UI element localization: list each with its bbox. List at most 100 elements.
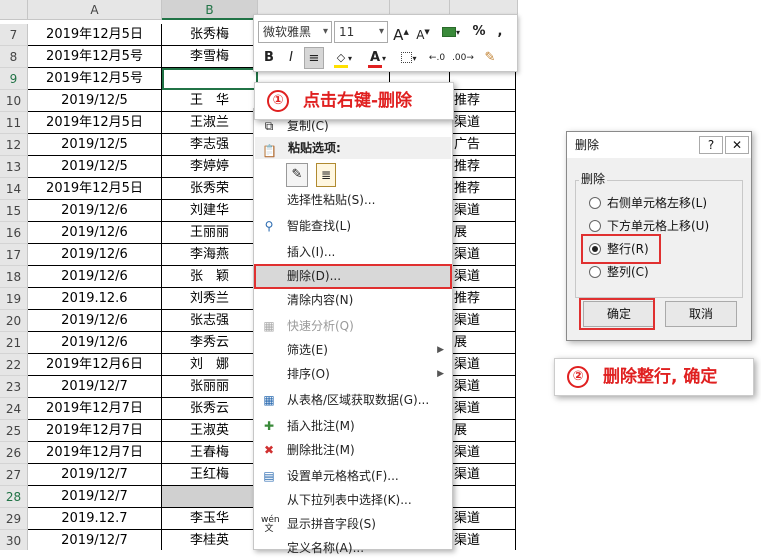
cell-date[interactable]: 2019年12月7日 [28,420,162,442]
cell-channel[interactable]: 渠道 [450,398,516,420]
cell-date[interactable]: 2019/12/5 [28,134,162,156]
cell-channel[interactable]: 展 [450,420,516,442]
cell-channel[interactable]: 渠道 [450,464,516,486]
cell-channel[interactable]: 推荐 [450,178,516,200]
row-number[interactable]: 29 [0,508,28,530]
cell-date[interactable]: 2019/12/5 [28,156,162,178]
row-number[interactable]: 23 [0,376,28,398]
cell-date[interactable]: 2019年12月7日 [28,442,162,464]
fill-color-button[interactable]: ◇ ▾ [328,47,358,69]
row-number[interactable]: 15 [0,200,28,222]
cell-name[interactable]: 张秀梅 [162,24,258,46]
bold-button[interactable]: B [260,47,278,69]
cell-date[interactable]: 2019/12/6 [28,332,162,354]
cell-name[interactable]: 张志强 [162,310,258,332]
row-number[interactable]: 8 [0,46,28,68]
cell-date[interactable]: 2019年12月5日 [28,24,162,46]
decrease-decimal-button[interactable]: .00→ [452,47,474,69]
row-number[interactable]: 10 [0,90,28,112]
menu-item-insert-comment[interactable]: ✚ 插入批注(M) [254,415,452,437]
option-entire-column[interactable]: 整列(C) [589,262,649,282]
cell-channel[interactable]: 渠道 [450,310,516,332]
row-number[interactable]: 12 [0,134,28,156]
help-button[interactable]: ? [699,136,723,154]
cell-channel[interactable]: 渠道 [450,354,516,376]
cell-channel[interactable]: 渠道 [450,508,516,530]
cell-date[interactable]: 2019/12/6 [28,310,162,332]
shrink-font-button[interactable]: A▼ [414,21,432,43]
cell-name[interactable]: 刘 娜 [162,354,258,376]
borders-button[interactable]: ▾ [396,47,422,69]
cell-date[interactable]: 2019/12/6 [28,222,162,244]
cell-name[interactable]: 张丽丽 [162,376,258,398]
row-number[interactable]: 13 [0,156,28,178]
cell-date[interactable]: 2019年12月7日 [28,398,162,420]
cell-date[interactable]: 2019/12/5 [28,90,162,112]
cell-name[interactable]: 王淑兰 [162,112,258,134]
cell-name[interactable]: 王淑英 [162,420,258,442]
cell-channel[interactable]: 渠道 [450,530,516,550]
menu-item-insert[interactable]: 插入(I)... [254,241,452,263]
cell-name[interactable]: 李秀云 [162,332,258,354]
column-header-b[interactable]: B [162,0,258,20]
row-number[interactable]: 26 [0,442,28,464]
corner-header[interactable] [0,0,28,20]
cell-channel[interactable]: 展 [450,222,516,244]
cell-name[interactable]: 王 华 [162,90,258,112]
cell-name[interactable]: 李志强 [162,134,258,156]
accounting-format-button[interactable]: ▾ [436,21,466,43]
column-header-a[interactable]: A [28,0,162,20]
menu-item-phonetic[interactable]: wén 文 显示拼音字段(S) [254,513,452,535]
format-painter-button[interactable]: ✎ [480,47,500,69]
cell-channel[interactable]: 推荐 [450,90,516,112]
cell-name[interactable]: 李雪梅 [162,46,258,68]
percent-button[interactable]: % [470,21,488,43]
font-name-combo[interactable]: 微软雅黑 ▾ [258,21,332,43]
radio-entire-column[interactable] [589,266,601,278]
row-number[interactable]: 16 [0,222,28,244]
cell-channel[interactable]: 渠道 [450,244,516,266]
cell-date[interactable]: 2019/12/7 [28,464,162,486]
cell-date[interactable]: 2019/12/7 [28,376,162,398]
cancel-button[interactable]: 取消 [665,301,737,327]
row-number[interactable]: 27 [0,464,28,486]
cell-date[interactable]: 2019/12/6 [28,266,162,288]
italic-button[interactable]: I [282,47,300,69]
cell-name[interactable]: 王丽丽 [162,222,258,244]
menu-item-clear-contents[interactable]: 清除内容(N) [254,289,452,311]
cell-name[interactable]: 张秀云 [162,398,258,420]
cell-name[interactable] [162,68,258,90]
cell-name[interactable]: 李海燕 [162,244,258,266]
cell-date[interactable]: 2019年12月5日 [28,112,162,134]
cell-channel[interactable]: 推荐 [450,288,516,310]
row-number[interactable]: 30 [0,530,28,550]
cell-channel[interactable]: 展 [450,332,516,354]
menu-item-delete-comment[interactable]: ✖ 删除批注(M) [254,439,452,461]
radio-shift-up[interactable] [589,220,601,232]
cell-name[interactable]: 张秀荣 [162,178,258,200]
cell-date[interactable]: 2019/12/6 [28,244,162,266]
menu-item-define-name[interactable]: 定义名称(A)... [254,537,452,559]
row-number[interactable]: 11 [0,112,28,134]
cell-channel[interactable] [450,486,516,508]
row-number[interactable]: 7 [0,24,28,46]
grow-font-button[interactable]: A▲ [392,21,410,44]
paste-values-icon[interactable]: ≣ [316,163,336,187]
paste-formatting-icon[interactable]: ✎ [286,163,308,187]
row-number[interactable]: 14 [0,178,28,200]
radio-shift-left[interactable] [589,197,601,209]
cell-name[interactable]: 刘建华 [162,200,258,222]
align-center-button[interactable]: ≡ [304,47,324,69]
row-number[interactable]: 24 [0,398,28,420]
cell-name[interactable]: 王红梅 [162,464,258,486]
row-number[interactable]: 28 [0,486,28,508]
increase-decimal-button[interactable]: ←.0 [426,47,448,69]
row-number[interactable]: 22 [0,354,28,376]
cell-channel[interactable]: 渠道 [450,376,516,398]
cell-channel[interactable]: 渠道 [450,442,516,464]
cell-name[interactable]: 李玉华 [162,508,258,530]
cell-name[interactable]: 李桂英 [162,530,258,550]
cell-name[interactable]: 王春梅 [162,442,258,464]
row-number[interactable]: 9 [0,68,28,90]
cell-name[interactable] [162,486,258,508]
